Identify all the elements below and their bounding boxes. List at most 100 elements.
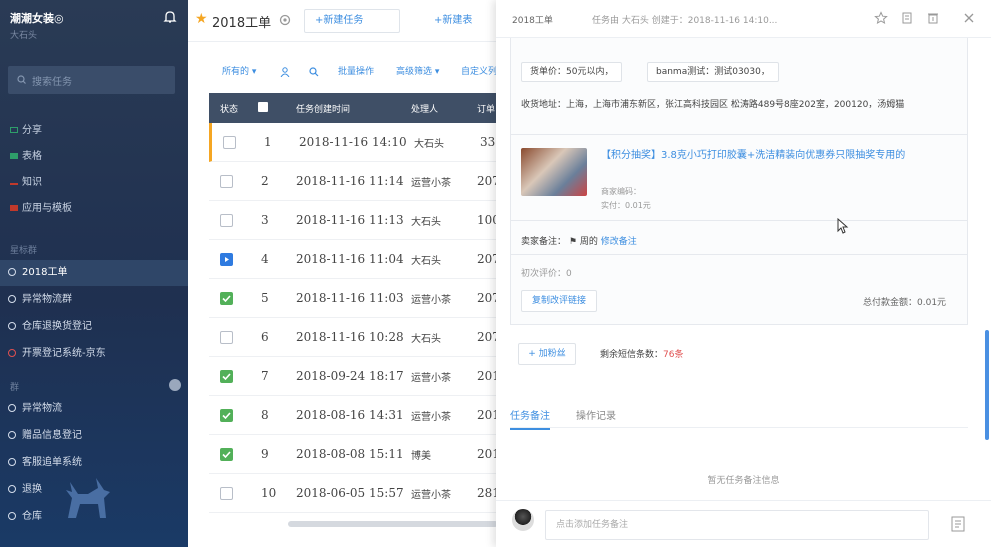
product-image[interactable] — [521, 148, 587, 196]
note-input[interactable]: 点击添加任务备注 — [545, 510, 929, 540]
table-row[interactable]: 10 2018-06-05 15:57 运营小茶 281 — [209, 474, 503, 513]
check-icon — [222, 295, 231, 303]
circle-icon — [8, 458, 16, 466]
project-item-warehouse-returns[interactable]: 仓库退换货登记 — [0, 314, 188, 340]
project-title: 2018工单 — [212, 16, 272, 31]
table-row[interactable]: 7 2018-09-24 18:17 运营小茶 201 — [209, 357, 503, 396]
filter-all-dropdown[interactable]: 所有的 ▾ — [222, 60, 256, 84]
copy-review-link-button[interactable]: 复制改评链接 — [521, 290, 597, 312]
star-icon[interactable]: ★ — [195, 11, 208, 27]
circle-icon — [8, 512, 16, 520]
assignee: 大石头 — [411, 334, 441, 345]
column-status[interactable]: 状态 — [220, 102, 238, 115]
check-icon — [222, 412, 231, 420]
table-row[interactable]: 5 2018-11-16 11:03 运营小茶 207 — [209, 279, 503, 318]
circle-icon — [8, 485, 16, 493]
star-outline-icon[interactable] — [874, 11, 888, 25]
new-table-button[interactable]: +新建表 — [434, 9, 504, 33]
status-checkbox[interactable] — [220, 175, 233, 188]
project-item-logistics[interactable]: 异常物流 — [0, 396, 188, 422]
circle-icon — [8, 431, 16, 439]
assignee: 大石头 — [411, 217, 441, 228]
workspace-name[interactable]: 潮潮女装◎ — [10, 10, 64, 26]
empty-notes-message: 暂无任务备注信息 — [707, 476, 780, 486]
advanced-filter-dropdown[interactable]: 高级筛选 ▾ — [396, 60, 439, 84]
detail-project-title: 2018工单 — [512, 16, 553, 26]
note-composer: 点击添加任务备注 — [496, 500, 991, 547]
circle-icon — [8, 295, 16, 303]
table-row[interactable]: 3 2018-11-16 11:13 大石头 100 — [209, 201, 503, 240]
status-checkbox[interactable] — [220, 370, 233, 383]
knowledge-icon — [10, 179, 18, 185]
search-placeholder: 搜索任务 — [32, 77, 72, 88]
bell-icon[interactable] — [163, 10, 177, 24]
table-row[interactable]: 1 2018-11-16 14:10 大石头 338 — [209, 123, 503, 162]
product-title-link[interactable]: 【积分抽奖】3.8克小巧打印胶囊+洗洁精装向优惠券只限抽奖专用的 — [601, 148, 919, 163]
copy-icon[interactable] — [900, 11, 914, 25]
add-fan-button[interactable]: + 加粉丝 — [518, 343, 576, 365]
tab-task-notes[interactable]: 任务备注 — [510, 407, 550, 430]
created-time: 2018-11-16 11:13 — [296, 213, 404, 227]
nav-table[interactable]: 表格 — [10, 147, 42, 162]
column-created-time[interactable]: 任务创建时间 — [296, 102, 350, 115]
row-number: 9 — [261, 447, 269, 461]
nav-share[interactable]: 分享 — [10, 121, 42, 136]
search-icon[interactable] — [309, 67, 319, 77]
dropdown-caret-icon[interactable] — [391, 10, 392, 32]
project-item-gifts[interactable]: 赠品信息登记 — [0, 423, 188, 449]
order-info-card: 货单价：50元以内， banma测试：测试03030， 收货地址：上海，上海市浦… — [510, 38, 968, 325]
edit-note-link[interactable]: 修改备注 — [601, 237, 637, 247]
batch-action-button[interactable]: 批量操作 — [338, 60, 374, 84]
created-time: 2018-08-08 15:11 — [296, 447, 404, 461]
status-checkbox[interactable] — [220, 292, 233, 305]
select-all-checkbox[interactable] — [258, 102, 268, 112]
task-detail-panel: 2018工单 任务由 大石头 创建于：2018-11-16 14:10... 货… — [496, 0, 991, 547]
status-checkbox[interactable] — [220, 253, 233, 266]
status-checkbox[interactable] — [220, 448, 233, 461]
detail-tabs: 任务备注 操作记录 — [510, 404, 968, 430]
status-checkbox[interactable] — [220, 409, 233, 422]
nav-apps[interactable]: 应用与模板 — [10, 199, 72, 214]
status-checkbox[interactable] — [220, 487, 233, 500]
table-row[interactable]: 8 2018-08-16 14:31 运营小茶 201 — [209, 396, 503, 435]
project-item-invoice[interactable]: 开票登记系统-京东 — [0, 341, 188, 367]
search-input[interactable]: 搜索任务 — [8, 66, 175, 94]
project-item-logistics-group[interactable]: 异常物流群 — [0, 287, 188, 313]
column-order[interactable]: 订单 — [477, 102, 495, 115]
table-row[interactable]: 4 2018-11-16 11:04 大石头 207 — [209, 240, 503, 279]
tab-activity-log[interactable]: 操作记录 — [576, 407, 616, 422]
table-row[interactable]: 6 2018-11-16 10:28 大石头 207 — [209, 318, 503, 357]
vertical-scrollbar[interactable] — [985, 330, 989, 440]
circle-icon — [8, 404, 16, 412]
check-icon — [222, 373, 231, 381]
gear-icon[interactable] — [279, 14, 291, 26]
table-row[interactable]: 9 2018-08-08 15:11 博美 201 — [209, 435, 503, 474]
product-paid: 实付：0.01元 — [601, 201, 651, 210]
created-time: 2018-11-16 14:10 — [299, 135, 407, 149]
collapse-icon[interactable] — [169, 379, 181, 391]
table-icon — [10, 153, 18, 159]
trash-icon[interactable] — [926, 11, 940, 25]
row-number: 5 — [261, 291, 269, 305]
close-icon[interactable] — [962, 11, 976, 25]
project-item-2018[interactable]: 2018工单 — [0, 260, 188, 286]
nav-knowledge[interactable]: 知识 — [10, 173, 42, 188]
attachment-icon[interactable] — [949, 515, 967, 533]
horizontal-scrollbar[interactable] — [288, 521, 498, 527]
column-assignee[interactable]: 处理人 — [411, 102, 438, 115]
circle-icon — [8, 268, 16, 276]
status-checkbox[interactable] — [220, 214, 233, 227]
user-filter-icon[interactable] — [280, 67, 290, 77]
shipping-address: 收货地址：上海，上海市浦东新区，张江高科技园区 松涛路489号8座202室，20… — [521, 100, 905, 110]
status-checkbox[interactable] — [220, 331, 233, 344]
check-icon — [222, 451, 231, 459]
assignee: 大石头 — [414, 139, 444, 150]
custom-columns-button[interactable]: 自定义列 — [461, 60, 497, 84]
new-task-button[interactable]: +新建任务 — [304, 9, 400, 33]
table-row[interactable]: 2 2018-11-16 11:14 运营小茶 207 — [209, 162, 503, 201]
status-checkbox[interactable] — [223, 136, 236, 149]
assignee: 运营小茶 — [411, 373, 451, 384]
avatar — [512, 509, 534, 531]
divider — [511, 220, 967, 221]
assignee: 运营小茶 — [411, 490, 451, 501]
